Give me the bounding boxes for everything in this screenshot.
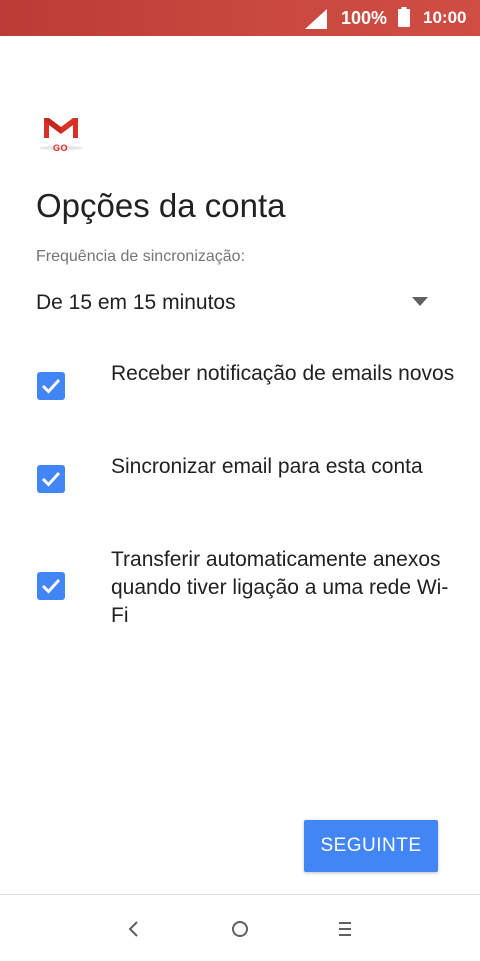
logo-go-text: GO <box>53 143 69 153</box>
notify-new-emails-label[interactable]: Receber notificação de emails novos <box>111 360 456 388</box>
checkmark-icon <box>41 471 61 487</box>
sync-frequency-value: De 15 em 15 minutos <box>36 291 236 314</box>
battery-percent: 100% <box>341 8 388 28</box>
sync-email-label[interactable]: Sincronizar email para esta conta <box>111 453 456 481</box>
page-title: Opções da conta <box>36 187 286 224</box>
auto-download-attachments-checkbox[interactable] <box>37 572 65 600</box>
navigation-bar <box>0 894 480 961</box>
checkmark-icon <box>41 578 61 594</box>
sync-frequency-label: Frequência de sincronização: <box>36 248 246 265</box>
notify-new-emails-checkbox[interactable] <box>37 372 65 400</box>
status-clock: 10:00 <box>423 8 467 27</box>
next-button[interactable]: SEGUINTE <box>304 820 438 872</box>
back-icon[interactable] <box>120 915 148 943</box>
dropdown-caret-icon <box>412 297 428 306</box>
signal-icon <box>305 9 327 29</box>
battery-icon <box>398 7 410 27</box>
gmail-go-logo: GO <box>36 112 86 156</box>
checkmark-icon <box>41 378 61 394</box>
auto-download-attachments-label[interactable]: Transferir automaticamente anexos quando… <box>111 546 456 630</box>
sync-frequency-dropdown[interactable]: De 15 em 15 minutos <box>36 288 436 320</box>
home-icon[interactable] <box>226 915 254 943</box>
status-bar: 100% 10:00 <box>0 0 480 36</box>
sync-email-checkbox[interactable] <box>37 465 65 493</box>
recents-icon[interactable] <box>331 915 359 943</box>
